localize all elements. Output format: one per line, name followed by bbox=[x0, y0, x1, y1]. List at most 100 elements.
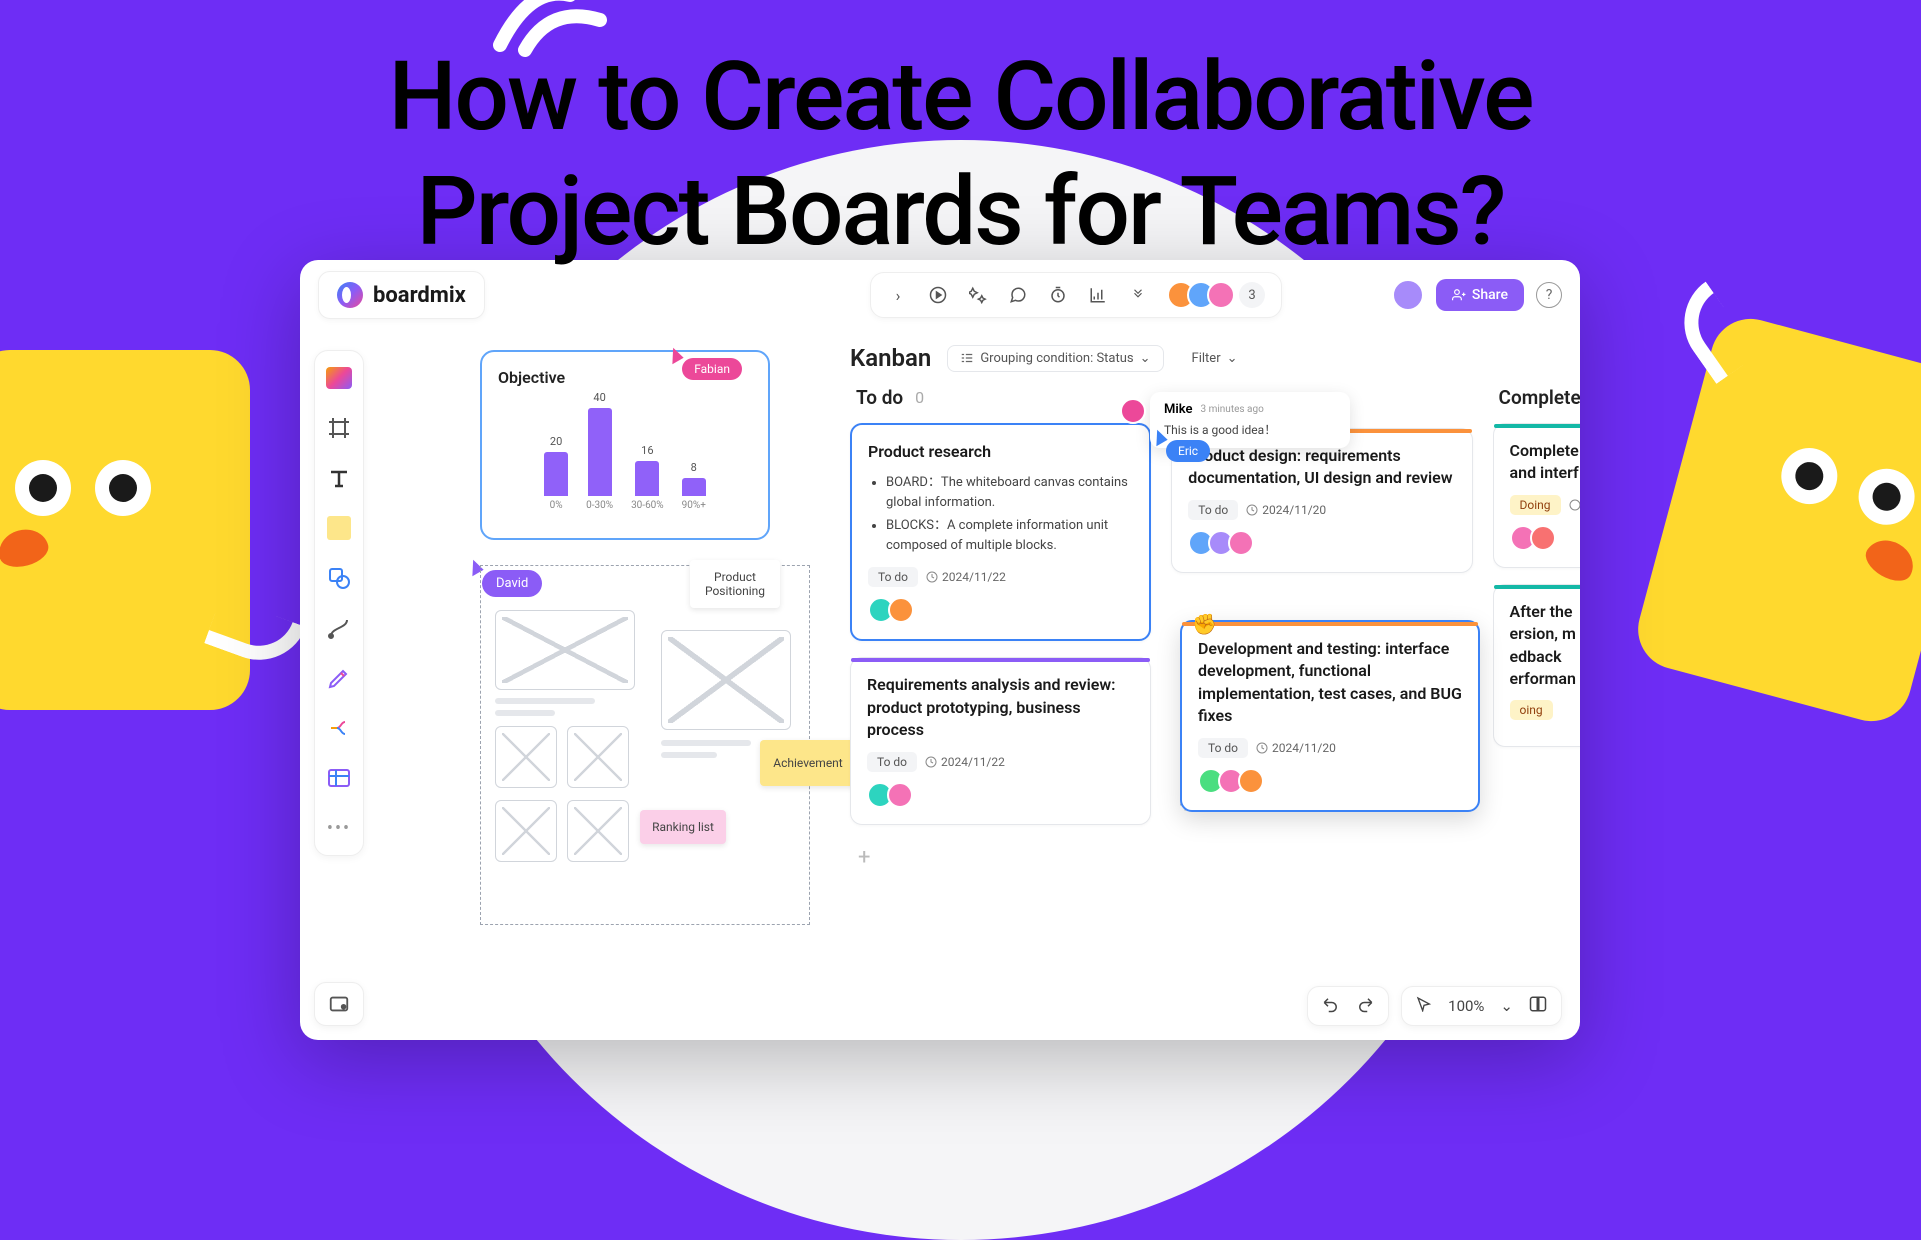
kanban-card-dragging[interactable]: Development and testing: interface devel… bbox=[1180, 620, 1480, 812]
bar bbox=[588, 408, 612, 496]
frame-tool[interactable] bbox=[324, 413, 354, 443]
layers-button[interactable] bbox=[314, 982, 364, 1026]
bar bbox=[635, 461, 659, 496]
chevron-down-icon: ⌄ bbox=[1140, 351, 1151, 366]
add-card-button[interactable]: + bbox=[850, 841, 1151, 874]
more-tools[interactable]: ••• bbox=[324, 813, 354, 843]
clock-icon bbox=[1246, 504, 1258, 516]
grab-cursor-icon: ✊ bbox=[1192, 612, 1217, 636]
kanban-column-todo: To do 0 Product research BOARD：The white… bbox=[850, 386, 1151, 874]
collaborator-avatars[interactable]: 3 bbox=[1167, 281, 1265, 309]
status-tag: To do bbox=[868, 567, 918, 587]
brand-name: boardmix bbox=[373, 283, 466, 308]
logo-mark-icon bbox=[337, 282, 363, 308]
objective-bar-chart: 200% 400-30% 1630-60% 890%+ bbox=[498, 401, 752, 511]
grouping-dropdown[interactable]: Grouping condition: Status ⌄ bbox=[947, 345, 1163, 372]
redo-button[interactable] bbox=[1356, 995, 1374, 1017]
comment-text: This is a good idea！ bbox=[1164, 421, 1336, 438]
mindmap-tool[interactable] bbox=[324, 713, 354, 743]
minimap-button[interactable] bbox=[1529, 995, 1547, 1017]
sticky-note-ranking[interactable]: Ranking list bbox=[640, 810, 726, 844]
kanban-title: Kanban bbox=[850, 344, 931, 372]
user-plus-icon bbox=[1452, 288, 1466, 302]
sparkle-icon[interactable] bbox=[967, 284, 989, 306]
card-title: Requirements analysis and review: produc… bbox=[867, 674, 1134, 741]
chevron-down-icon[interactable] bbox=[1127, 284, 1149, 306]
kanban-card[interactable]: Requirements analysis and review: produc… bbox=[850, 657, 1151, 824]
clock-icon bbox=[1256, 742, 1268, 754]
wireframe-box bbox=[495, 610, 635, 690]
pointer-icon bbox=[1416, 996, 1432, 1012]
card-bullet: BOARD：The whiteboard canvas contains glo… bbox=[886, 473, 1133, 512]
wireframe-box bbox=[495, 726, 557, 788]
wireframe-box bbox=[567, 726, 629, 788]
current-user-avatar[interactable] bbox=[1392, 279, 1424, 311]
hero-title: How to Create Collaborative Project Boar… bbox=[261, 40, 1661, 270]
app-window: boardmix › 3 Share ? bbox=[300, 260, 1580, 1040]
due-date: 2024/11/22 bbox=[926, 570, 1006, 584]
card-title: After theersion, medbackerforman bbox=[1510, 601, 1580, 691]
share-button[interactable]: Share bbox=[1436, 279, 1524, 311]
column-title: Complete bbox=[1499, 386, 1580, 409]
chevron-down-icon: ⌄ bbox=[1227, 351, 1238, 366]
sticky-note-positioning[interactable]: Product Positioning bbox=[690, 560, 780, 608]
kanban-card[interactable]: After theersion, medbackerforman oing bbox=[1493, 584, 1580, 748]
shape-tool[interactable] bbox=[324, 563, 354, 593]
canvas[interactable]: Objective Fabian 200% 400-30% 1630-60% 8… bbox=[380, 340, 1580, 1040]
comment-avatar bbox=[1120, 398, 1146, 424]
sticky-note-achievement[interactable]: Achievement bbox=[760, 740, 856, 786]
share-label: Share bbox=[1472, 287, 1508, 303]
objective-chart-card[interactable]: Objective Fabian 200% 400-30% 1630-60% 8… bbox=[480, 350, 770, 540]
column-count: 0 bbox=[915, 388, 924, 407]
filter-dropdown[interactable]: Filter ⌄ bbox=[1180, 346, 1250, 371]
app-header: boardmix › 3 Share ? bbox=[300, 260, 1580, 330]
status-tag: To do bbox=[867, 752, 917, 772]
chevron-down-icon[interactable]: ⌄ bbox=[1500, 997, 1513, 1015]
cursor-fabian: Fabian bbox=[682, 358, 742, 380]
comment-time: 3 minutes ago bbox=[1200, 404, 1263, 415]
assignee-avatars bbox=[1510, 525, 1580, 551]
card-title: Product design: requirements documentati… bbox=[1188, 445, 1455, 490]
comment-icon[interactable] bbox=[1007, 284, 1029, 306]
assignee-avatars bbox=[1198, 768, 1462, 794]
status-tag: Doing bbox=[1510, 495, 1561, 515]
assignee-avatars bbox=[1188, 530, 1455, 556]
play-icon[interactable] bbox=[927, 284, 949, 306]
zoom-level[interactable]: 100% bbox=[1448, 997, 1484, 1015]
gallery-tool[interactable] bbox=[324, 363, 354, 393]
clock-icon bbox=[925, 756, 937, 768]
due-date: 2024/11/20 bbox=[1256, 741, 1336, 755]
pointer-tool[interactable] bbox=[1416, 996, 1432, 1016]
sticky-note-tool[interactable] bbox=[324, 513, 354, 543]
avatar-overflow-count: 3 bbox=[1239, 282, 1265, 308]
kanban-card[interactable]: Completeand interf Doing 2 bbox=[1493, 423, 1580, 568]
text-tool[interactable] bbox=[324, 463, 354, 493]
undo-button[interactable] bbox=[1322, 995, 1340, 1017]
avatar bbox=[1207, 281, 1235, 309]
mascot-left bbox=[0, 350, 250, 710]
undo-icon bbox=[1322, 995, 1340, 1013]
cursor-eric: Eric bbox=[1166, 440, 1210, 462]
comment-author: Mike bbox=[1164, 402, 1192, 417]
card-title: Product research bbox=[868, 441, 1133, 463]
wireframe-box bbox=[495, 800, 557, 862]
assignee-avatars bbox=[868, 597, 1133, 623]
kanban-column-complete: Complete Completeand interf Doing 2 Afte… bbox=[1493, 386, 1580, 874]
kanban-card[interactable]: Product research BOARD：The whiteboard ca… bbox=[850, 423, 1151, 641]
clock-icon bbox=[1569, 499, 1580, 511]
bar bbox=[544, 452, 568, 496]
chevron-right-icon[interactable]: › bbox=[887, 284, 909, 306]
help-button[interactable]: ? bbox=[1536, 282, 1562, 308]
layers-icon bbox=[328, 993, 350, 1015]
redo-icon bbox=[1356, 995, 1374, 1013]
chart-icon[interactable] bbox=[1087, 284, 1109, 306]
brand-logo[interactable]: boardmix bbox=[318, 271, 485, 319]
due-date: 2024/11/22 bbox=[925, 755, 1005, 769]
due-date: 2 bbox=[1569, 498, 1580, 512]
table-tool[interactable] bbox=[324, 763, 354, 793]
pen-tool[interactable] bbox=[324, 663, 354, 693]
connector-tool[interactable] bbox=[324, 613, 354, 643]
header-right: Share ? bbox=[1392, 279, 1562, 311]
kanban-card[interactable]: Product design: requirements documentati… bbox=[1171, 428, 1472, 573]
timer-icon[interactable] bbox=[1047, 284, 1069, 306]
